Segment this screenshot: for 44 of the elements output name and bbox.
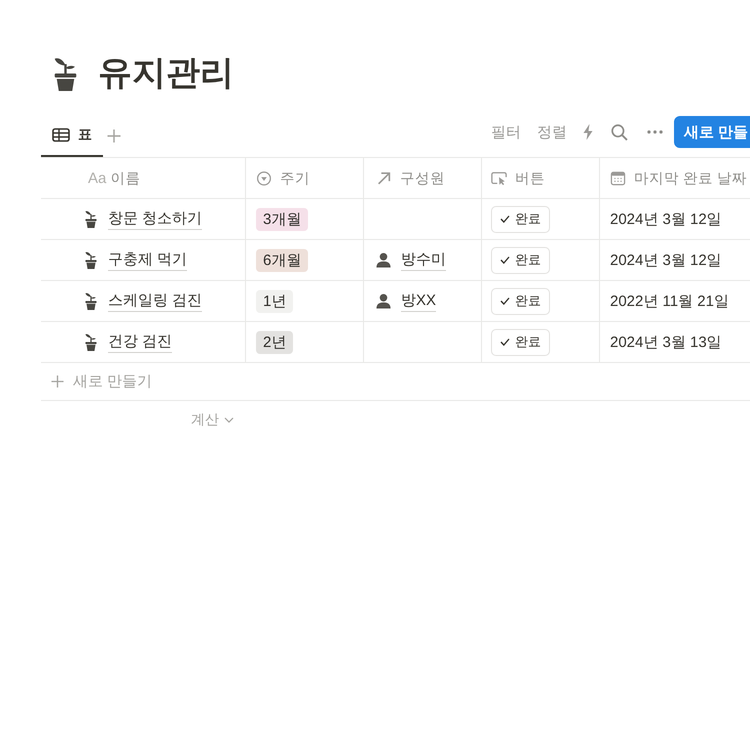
- row-title[interactable]: 건강 검진: [108, 332, 172, 352]
- row-title[interactable]: 구충제 먹기: [108, 250, 188, 270]
- page-title: 유지관리: [98, 53, 234, 94]
- dropdown-circle-icon: [256, 170, 272, 186]
- search-icon[interactable]: [610, 124, 628, 140]
- done-button[interactable]: 완료: [491, 206, 550, 232]
- done-button[interactable]: 완료: [491, 288, 550, 314]
- more-dots-icon[interactable]: [646, 130, 663, 134]
- row-title[interactable]: 창문 청소하기: [108, 208, 202, 230]
- text-type-glyph: Aa: [88, 170, 106, 186]
- potted-sprout-icon: [52, 56, 79, 90]
- check-icon: [500, 338, 510, 346]
- arrow-up-right-icon: [376, 170, 392, 186]
- date-text: 2024년 3월 12일: [610, 250, 722, 270]
- check-icon: [500, 297, 510, 305]
- date-text: 2022년 11월 21일: [610, 292, 729, 310]
- chevron-down-icon: [224, 417, 234, 423]
- add-view-plus-icon[interactable]: [107, 129, 121, 143]
- done-button[interactable]: 완료: [491, 246, 550, 274]
- period-tag: 3개월: [256, 208, 308, 230]
- member-name[interactable]: 방수미: [401, 250, 446, 270]
- table-icon: [52, 128, 70, 142]
- person-icon: [376, 252, 391, 268]
- potted-sprout-icon: [84, 210, 98, 228]
- check-icon: [500, 256, 510, 264]
- period-tag: 2년: [256, 330, 294, 354]
- cursor-click-icon: [491, 170, 507, 186]
- person-icon: [376, 293, 391, 309]
- date-text: 2024년 3월 12일: [610, 210, 722, 228]
- period-tag: 6개월: [256, 248, 308, 272]
- date-text: 2024년 3월 13일: [610, 332, 722, 352]
- check-icon: [500, 215, 510, 223]
- new-button[interactable]: 새로 만들: [674, 116, 750, 148]
- calendar-icon: [610, 170, 626, 186]
- row-title[interactable]: 스케일링 검진: [108, 290, 202, 312]
- plus-icon: [51, 375, 64, 388]
- done-button[interactable]: 완료: [491, 328, 550, 356]
- potted-sprout-icon: [84, 333, 98, 351]
- period-tag: 1년: [256, 290, 294, 312]
- member-name[interactable]: 방XX: [401, 290, 436, 312]
- potted-sprout-icon: [84, 251, 98, 269]
- view-tab[interactable]: 표: [41, 115, 103, 157]
- potted-sprout-icon: [84, 292, 98, 310]
- lightning-bolt-icon[interactable]: [582, 124, 593, 140]
